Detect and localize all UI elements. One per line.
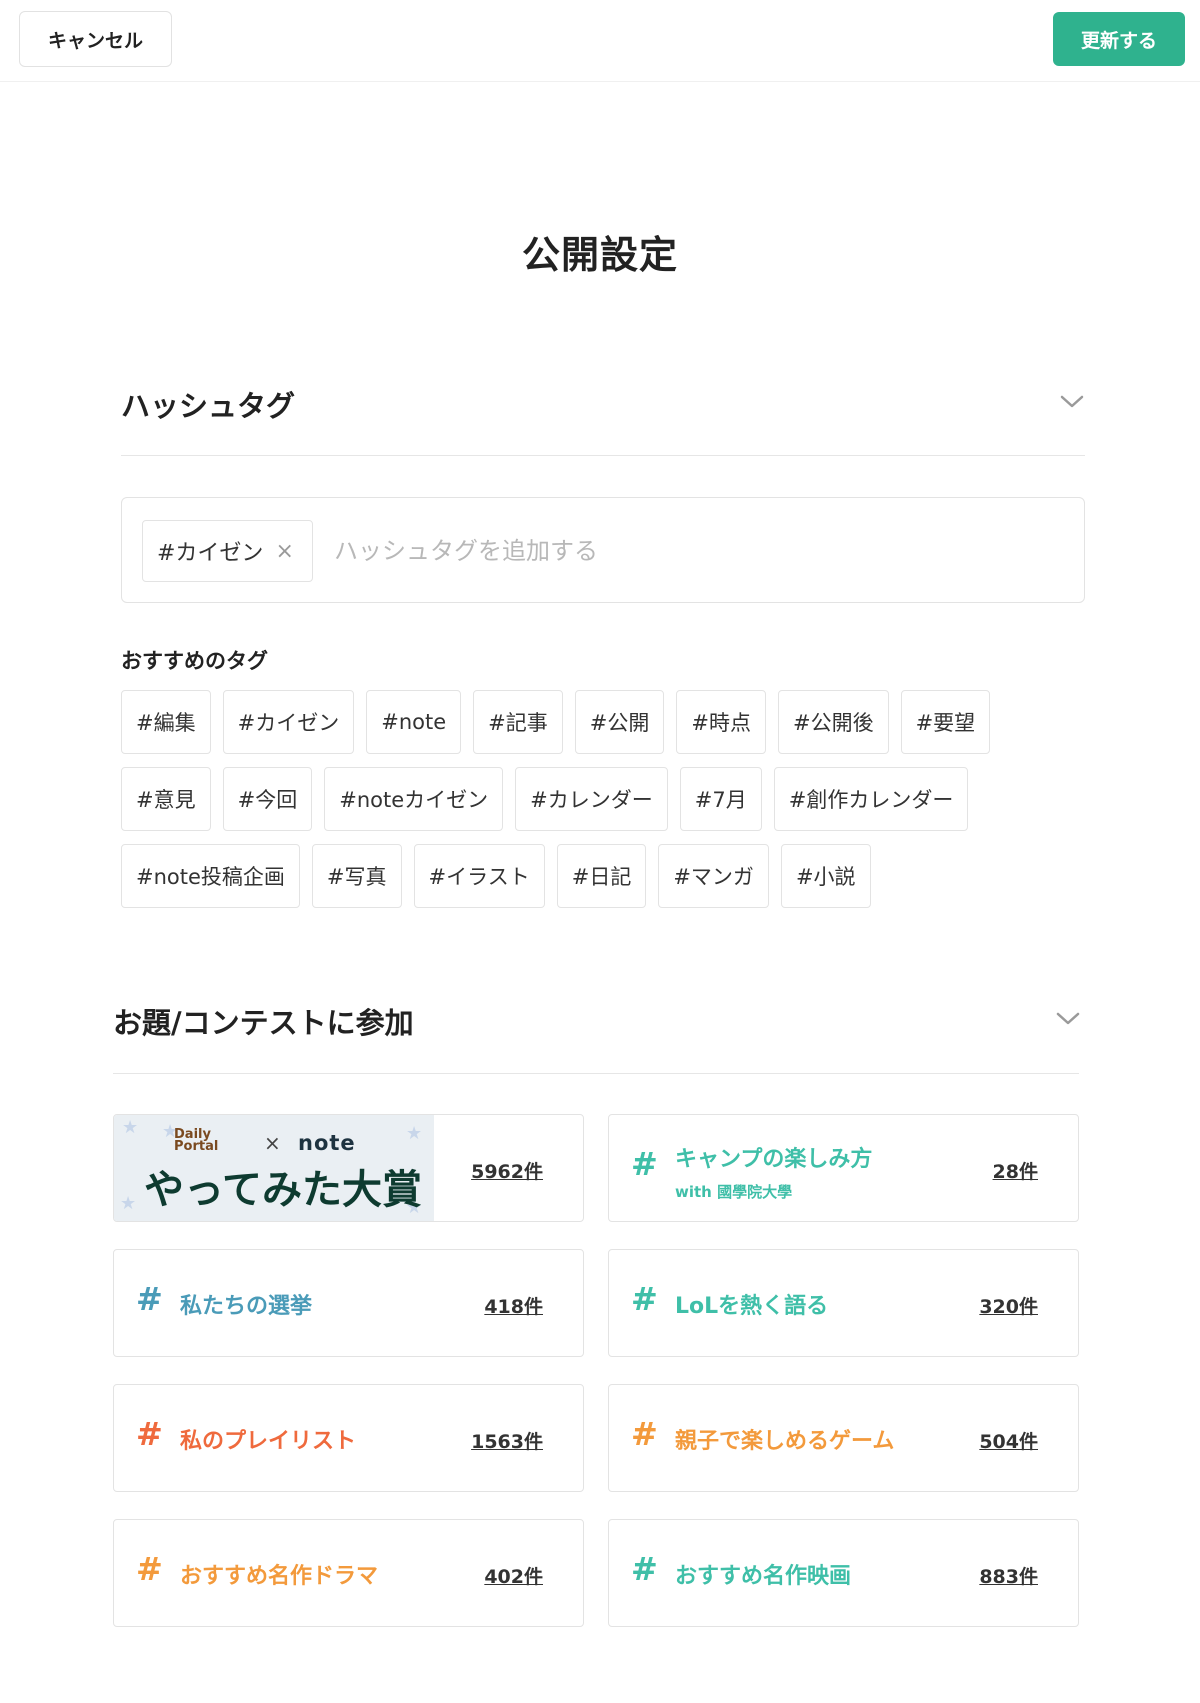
contest-name: LoLを熱く語る: [675, 1294, 829, 1319]
cross-icon: ×: [264, 1131, 281, 1155]
contest-name: おすすめ名作ドラマ: [180, 1564, 379, 1589]
page-title: 公開設定: [521, 233, 678, 277]
contest-card[interactable]: # キャンプの楽しみ方 with 國學院大學 28件: [608, 1114, 1079, 1222]
hashtag-icon: #: [631, 1415, 658, 1453]
contest-card-banner[interactable]: ★ ★ ★ ★ ★ Daily Portal × note やってみた大賞 59…: [113, 1114, 584, 1222]
note-logo: note: [298, 1131, 356, 1155]
suggested-tags-list: #編集 #カイゼン #note #記事 #公開 #時点 #公開後 #要望 #意見 #今回 #note…: [121, 690, 1001, 908]
contest-card[interactable]: # 私たちの選挙 418件: [113, 1249, 584, 1357]
close-icon[interactable]: ×: [275, 539, 293, 564]
contest-name: 私のプレイリスト: [180, 1429, 357, 1454]
suggested-tag[interactable]: #公開後: [777, 690, 889, 754]
suggested-tag[interactable]: #note: [366, 690, 462, 754]
contest-section-title: お題/コンテストに参加: [113, 1006, 414, 1040]
selected-tag-label: #カイゼン: [157, 541, 264, 566]
contest-subtitle: with 國學院大學: [675, 1183, 793, 1201]
contest-count[interactable]: 1563件: [471, 1427, 543, 1454]
contest-count[interactable]: 5962件: [471, 1157, 543, 1184]
suggested-tag[interactable]: #創作カレンダー: [773, 767, 969, 831]
suggested-tag[interactable]: #公開: [574, 690, 665, 754]
contest-name: 親子で楽しめるゲーム: [675, 1429, 895, 1454]
suggested-tag[interactable]: #今回: [222, 767, 313, 831]
contest-card[interactable]: # おすすめ名作映画 883件: [608, 1519, 1079, 1627]
suggested-tag[interactable]: #マンガ: [658, 844, 769, 908]
suggested-tag[interactable]: #7月: [679, 767, 762, 831]
section-divider: [121, 455, 1085, 456]
contest-name: キャンプの楽しみ方: [675, 1147, 873, 1172]
selected-tag: #カイゼン ×: [142, 520, 313, 582]
contest-list: ★ ★ ★ ★ ★ Daily Portal × note やってみた大賞 59…: [113, 1114, 1079, 1627]
suggested-tag[interactable]: #note投稿企画: [121, 844, 300, 908]
hashtag-icon: #: [631, 1280, 658, 1318]
contest-name: おすすめ名作映画: [675, 1564, 852, 1589]
suggested-tag[interactable]: #編集: [121, 690, 211, 754]
suggested-tag[interactable]: #要望: [900, 690, 991, 754]
suggested-tag[interactable]: #カイゼン: [222, 690, 355, 754]
contest-card[interactable]: # 私のプレイリスト 1563件: [113, 1384, 584, 1492]
contest-card[interactable]: # LoLを熱く語る 320件: [608, 1249, 1079, 1357]
suggested-tag[interactable]: #意見: [121, 767, 211, 831]
contest-card[interactable]: # 親子で楽しめるゲーム 504件: [608, 1384, 1079, 1492]
hashtag-input-box[interactable]: #カイゼン ×: [121, 497, 1085, 603]
hashtag-icon: #: [631, 1550, 658, 1588]
chevron-down-icon[interactable]: [1059, 391, 1085, 411]
hashtag-section-header[interactable]: ハッシュタグ: [121, 383, 1085, 443]
hashtag-icon: #: [136, 1280, 163, 1318]
suggested-tags-label: おすすめのタグ: [121, 649, 268, 673]
contest-section-header[interactable]: お題/コンテストに参加: [113, 1000, 1081, 1060]
suggested-tag[interactable]: #イラスト: [413, 844, 545, 908]
banner-headline: やってみた大賞: [144, 1167, 422, 1213]
update-button[interactable]: 更新する: [1053, 12, 1185, 66]
contest-count[interactable]: 504件: [979, 1427, 1038, 1454]
contest-card[interactable]: # おすすめ名作ドラマ 402件: [113, 1519, 584, 1627]
contest-count[interactable]: 320件: [979, 1292, 1038, 1319]
dailyportal-logo: Daily Portal: [174, 1127, 219, 1154]
section-divider: [113, 1073, 1079, 1074]
suggested-tag[interactable]: #時点: [676, 690, 766, 754]
suggested-tag[interactable]: #記事: [473, 690, 563, 754]
contest-banner-image: ★ ★ ★ ★ ★ Daily Portal × note やってみた大賞: [114, 1115, 434, 1221]
hashtag-input[interactable]: [334, 522, 1034, 580]
suggested-tag[interactable]: #写真: [311, 844, 402, 908]
contest-count[interactable]: 418件: [484, 1292, 543, 1319]
contest-count[interactable]: 402件: [484, 1562, 543, 1589]
hashtag-icon: #: [136, 1550, 163, 1588]
hashtag-icon: #: [136, 1415, 163, 1453]
cancel-button[interactable]: キャンセル: [19, 11, 172, 67]
contest-count[interactable]: 28件: [993, 1157, 1038, 1184]
suggested-tag[interactable]: #日記: [556, 844, 647, 908]
top-bar: キャンセル 更新する: [0, 0, 1200, 82]
hashtag-section-title: ハッシュタグ: [121, 389, 296, 423]
suggested-tag[interactable]: #小説: [780, 844, 871, 908]
hashtag-icon: #: [631, 1145, 658, 1183]
contest-count[interactable]: 883件: [979, 1562, 1038, 1589]
chevron-down-icon[interactable]: [1055, 1008, 1081, 1028]
contest-name: 私たちの選挙: [180, 1294, 313, 1319]
suggested-tag[interactable]: #カレンダー: [515, 767, 668, 831]
suggested-tag[interactable]: #noteカイゼン: [324, 767, 504, 831]
